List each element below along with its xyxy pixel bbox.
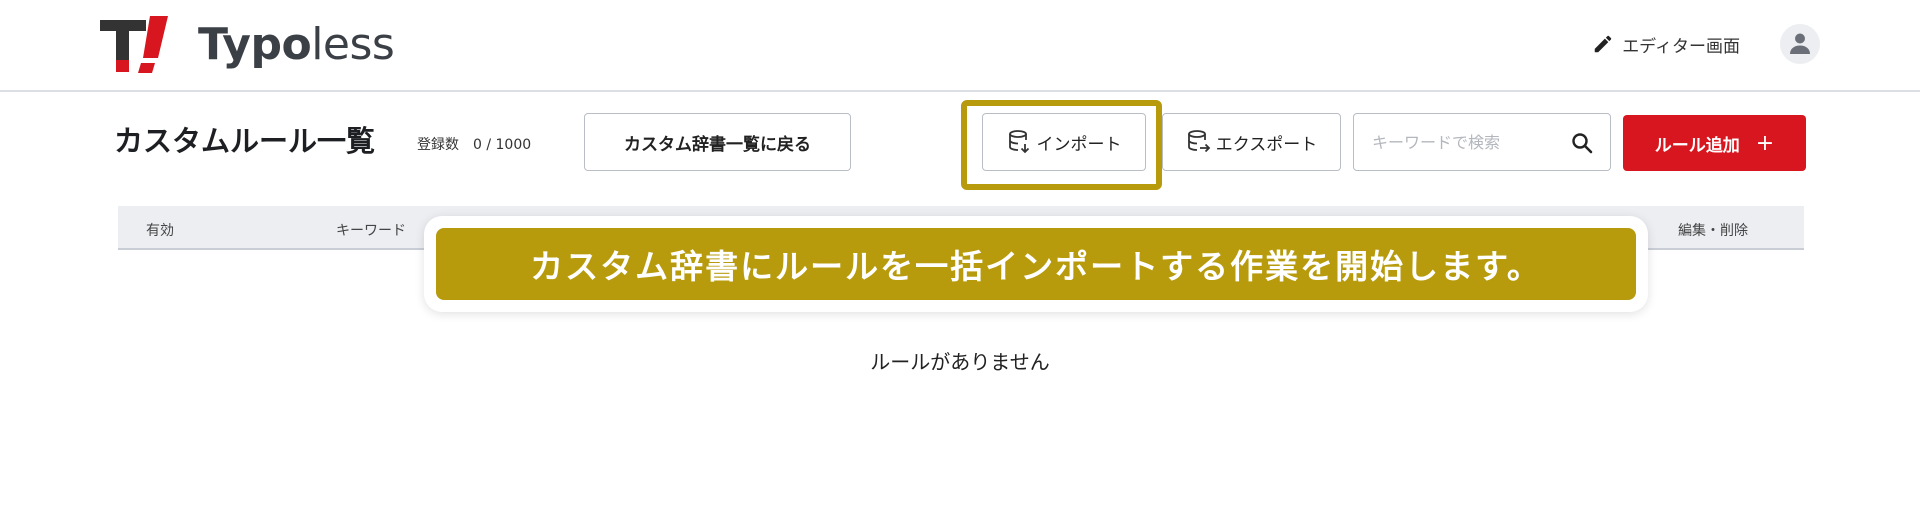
search-input[interactable] (1372, 132, 1562, 152)
back-to-dictionary-list-button[interactable]: カスタム辞書一覧に戻る (584, 113, 851, 171)
column-header-keyword: キーワード (336, 223, 406, 239)
column-header-enabled: 有効 (146, 223, 174, 239)
search-icon[interactable] (1570, 131, 1594, 155)
add-rule-button[interactable]: ルール追加 + (1623, 115, 1806, 171)
export-button-label: エクスポート (1215, 134, 1318, 155)
empty-state-message: ルールがありません (870, 350, 1050, 374)
import-button[interactable]: インポート (982, 113, 1146, 171)
logo-wordmark: Typoless (198, 19, 395, 70)
header-actions: エディター画面 (1592, 24, 1820, 64)
count-label: 登録数 (417, 137, 459, 153)
count-value: 0 / 1000 (473, 137, 532, 153)
editor-screen-link[interactable]: エディター画面 (1592, 32, 1740, 57)
page-title: カスタムルール一覧 (114, 124, 376, 158)
add-rule-label: ルール追加 (1654, 135, 1740, 156)
registered-count: 登録数 0 / 1000 (417, 134, 531, 154)
logo-mark-icon (100, 16, 168, 73)
editor-screen-label: エディター画面 (1622, 36, 1740, 57)
plus-icon: + (1755, 130, 1775, 156)
tutorial-tooltip-message: カスタム辞書にルールを一括インポートする作業を開始します。 (436, 228, 1636, 300)
import-button-label: インポート (1036, 134, 1122, 155)
column-header-edit-delete: 編集・削除 (1678, 223, 1748, 239)
export-button[interactable]: エクスポート (1162, 113, 1341, 171)
pencil-icon (1594, 35, 1612, 53)
app-header: Typoless エディター画面 (0, 0, 1920, 92)
rules-toolbar: カスタムルール一覧 登録数 0 / 1000 カスタム辞書一覧に戻る インポート … (0, 100, 1920, 190)
keyword-search-box[interactable] (1353, 113, 1611, 171)
database-import-icon (1008, 130, 1029, 154)
user-avatar-button[interactable] (1780, 24, 1820, 64)
user-icon (1790, 33, 1810, 54)
database-export-icon (1187, 130, 1211, 153)
typoless-logo[interactable]: Typoless (100, 14, 395, 76)
tutorial-tooltip: カスタム辞書にルールを一括インポートする作業を開始します。 (424, 216, 1648, 312)
back-button-label: カスタム辞書一覧に戻る (624, 134, 811, 155)
